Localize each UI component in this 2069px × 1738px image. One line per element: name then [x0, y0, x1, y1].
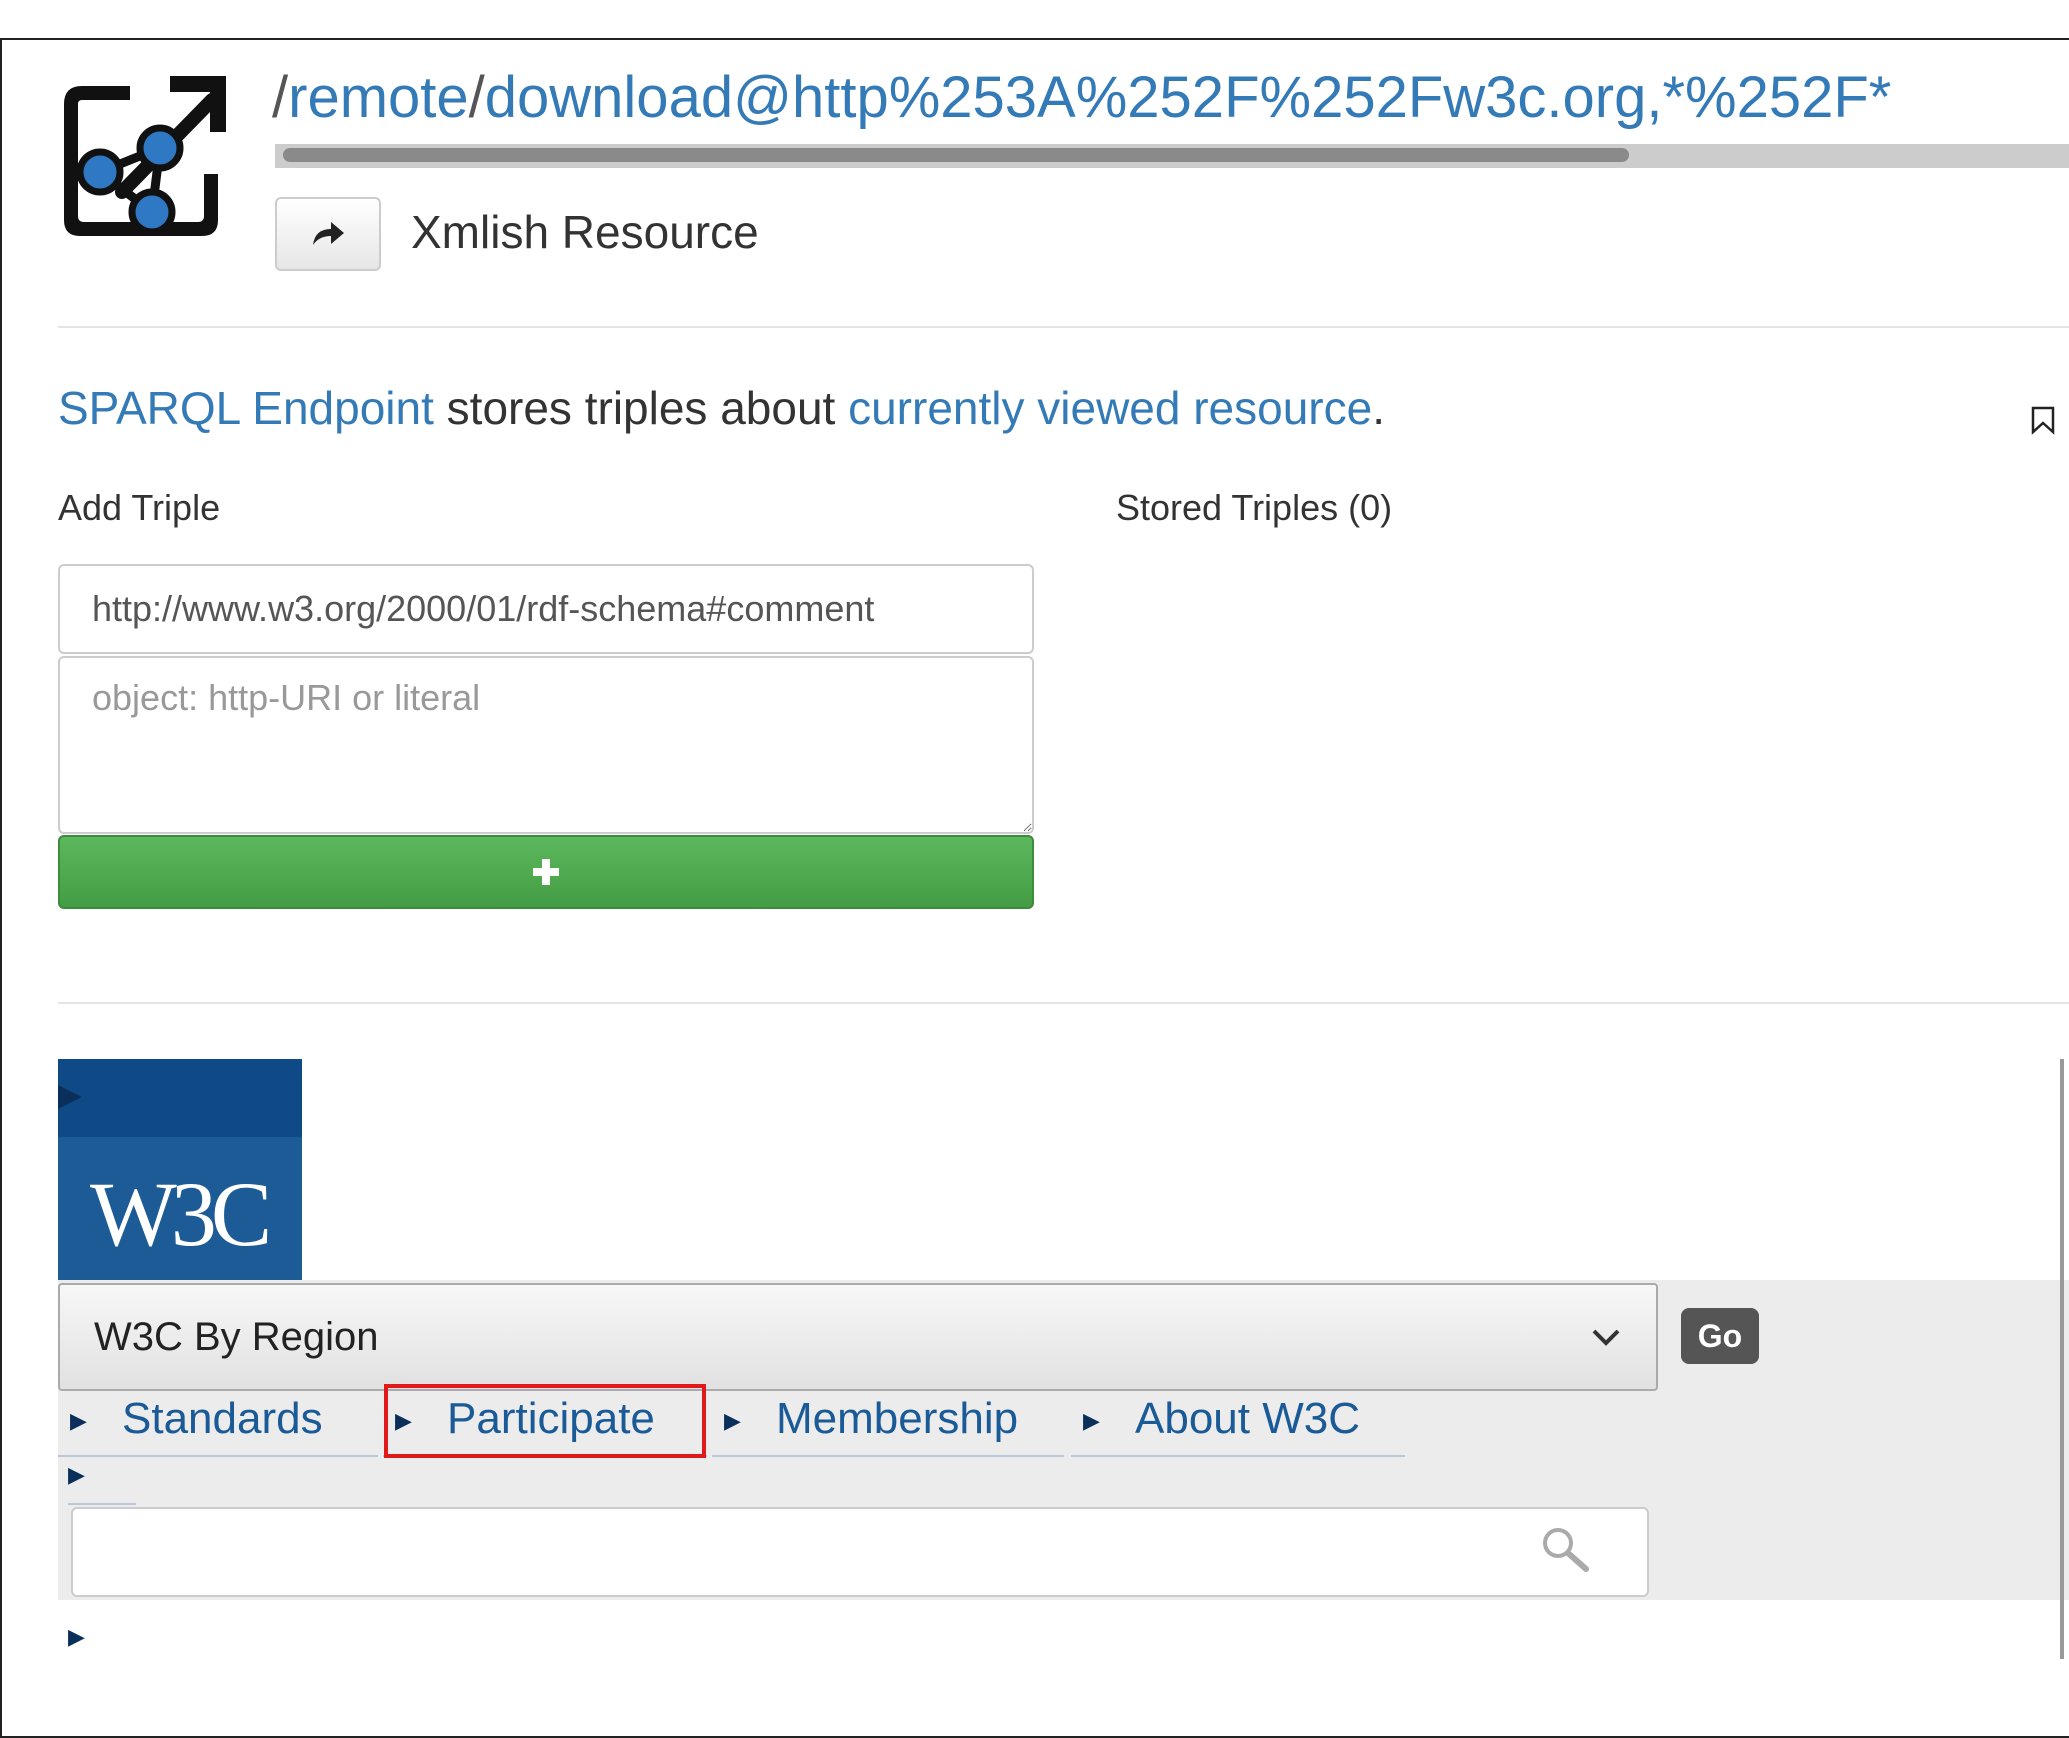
- nav-item-about-w3c[interactable]: ▶ About W3C: [1071, 1387, 1405, 1457]
- nav-underline: [58, 1455, 378, 1457]
- sparql-period: .: [1372, 382, 1385, 434]
- divider: [58, 326, 2069, 328]
- path-download-link[interactable]: download@http%253A%252F%252Fw3c.org,*%25…: [485, 65, 1892, 130]
- nav-label: Membership: [776, 1394, 1019, 1443]
- nav-label: About W3C: [1135, 1394, 1360, 1443]
- plus-icon: [533, 859, 559, 885]
- object-input[interactable]: [58, 656, 1034, 834]
- logo-arrow-icon: [58, 1085, 82, 1109]
- nav-underline: [68, 1503, 136, 1505]
- logo-band: [58, 1059, 302, 1137]
- nav-item-standards[interactable]: ▶ Standards: [58, 1387, 378, 1457]
- nav-arrow-icon[interactable]: ▶: [68, 1624, 85, 1650]
- path-scrollbar[interactable]: [275, 144, 2069, 168]
- resource-type-label: Xmlish Resource: [411, 206, 759, 258]
- nav-arrow-icon[interactable]: ▶: [68, 1462, 85, 1488]
- nav-item-membership[interactable]: ▶ Membership: [712, 1387, 1064, 1457]
- sparql-description: SPARQL Endpoint stores triples about cur…: [58, 378, 1385, 438]
- resource-path: /remote/download@http%253A%252F%252Fw3c.…: [272, 58, 2069, 138]
- remote-resource-icon: [64, 76, 226, 236]
- search-icon[interactable]: [1538, 1525, 1598, 1575]
- stored-triples-heading: Stored Triples (0): [1116, 487, 1393, 528]
- w3c-search-input[interactable]: [71, 1507, 1649, 1597]
- region-select-value: W3C By Region: [94, 1315, 379, 1359]
- participate-highlight-box: [384, 1384, 706, 1458]
- nav-label: Standards: [122, 1394, 323, 1443]
- nav-underline: [712, 1455, 1064, 1457]
- nav-arrow-icon: ▶: [70, 1408, 87, 1434]
- sparql-middle-text: stores triples about: [433, 382, 849, 434]
- add-triple-heading: Add Triple: [58, 487, 221, 528]
- path-remote-link[interactable]: remote: [288, 65, 469, 130]
- nav-arrow-icon: ▶: [724, 1408, 741, 1434]
- add-triple-button[interactable]: [58, 835, 1034, 909]
- current-resource-link[interactable]: currently viewed resource: [848, 382, 1372, 434]
- share-arrow-icon: [313, 222, 344, 245]
- nav-arrow-icon: ▶: [1083, 1408, 1100, 1434]
- nav-underline: [1071, 1455, 1405, 1457]
- path-scrollbar-thumb[interactable]: [283, 148, 1629, 162]
- w3c-logo[interactable]: W3C: [58, 1059, 302, 1280]
- w3c-logo-text: W3C: [90, 1163, 272, 1265]
- path-root-slash: /: [272, 65, 289, 130]
- sparql-endpoint-link[interactable]: SPARQL Endpoint: [58, 382, 434, 434]
- share-button[interactable]: [275, 197, 381, 271]
- embedded-scrollbar[interactable]: [2060, 1059, 2064, 1659]
- predicate-input[interactable]: [58, 564, 1034, 654]
- chevron-down-icon: [1592, 1329, 1620, 1346]
- go-button[interactable]: Go: [1681, 1308, 1759, 1364]
- region-select[interactable]: W3C By Region: [58, 1283, 1658, 1391]
- bookmark-icon[interactable]: [2030, 405, 2056, 435]
- divider: [58, 1002, 2069, 1004]
- path-separator: /: [468, 65, 485, 130]
